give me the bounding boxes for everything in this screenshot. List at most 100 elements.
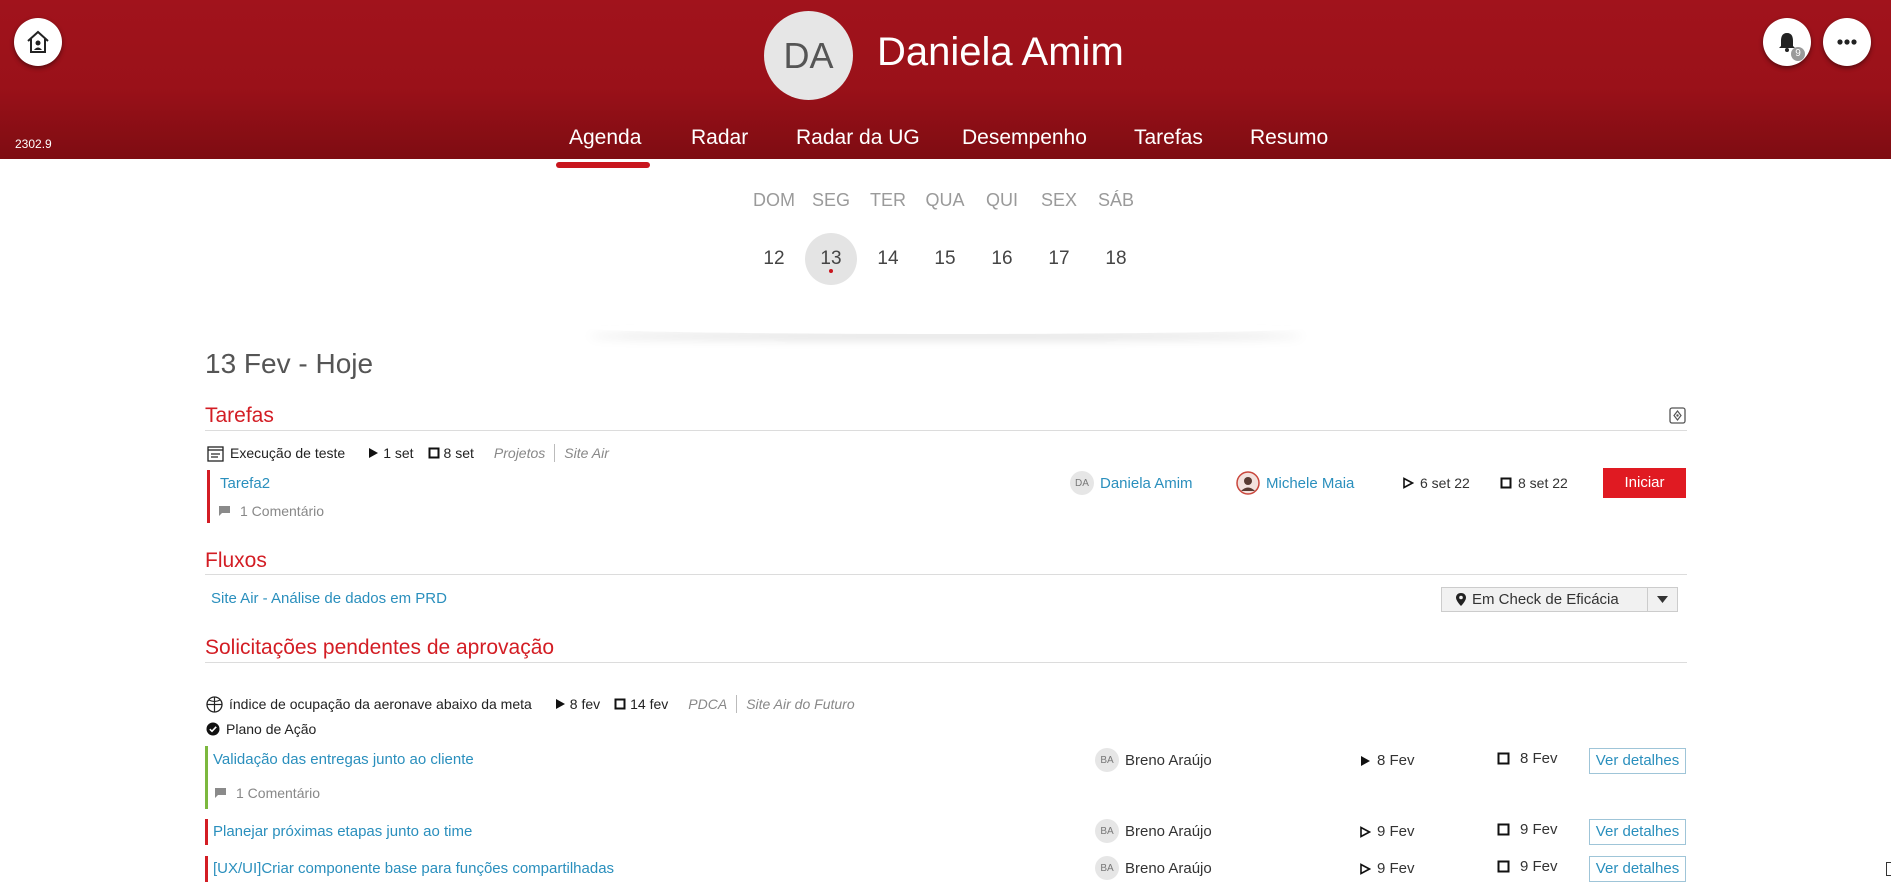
day-number: 14	[877, 248, 899, 269]
request-comments[interactable]: 1 Comentário	[214, 785, 320, 801]
day-number: 17	[1048, 248, 1070, 269]
user-name: Daniela Amim	[877, 30, 1124, 74]
day-15[interactable]: 15	[919, 233, 971, 285]
comment-icon	[215, 788, 226, 798]
section-title-solicitacoes: Solicitações pendentes de aprovação	[205, 636, 555, 659]
active-tab-indicator	[556, 162, 650, 168]
day-14[interactable]: 14	[862, 233, 914, 285]
flow-name-link[interactable]: Site Air - Análise de dados em PRD	[211, 590, 447, 607]
reviewer-name: Michele Maia	[1266, 474, 1355, 492]
task-name-link[interactable]: Tarefa2	[220, 475, 270, 492]
day-name: TER	[870, 190, 906, 210]
comment-count: 1 Comentário	[240, 503, 325, 519]
owner-avatar: BA	[1095, 856, 1119, 880]
tab-resumo[interactable]: Resumo	[1250, 126, 1328, 150]
task-start-date: 6 set 22	[1420, 475, 1470, 491]
task-end-date: 8 set 22	[1518, 475, 1568, 491]
flow-status-value: Em Check de Eficácia	[1472, 591, 1619, 608]
request-status-bar	[205, 856, 208, 882]
section-divider	[205, 430, 1687, 431]
day-name: SEX	[1040, 190, 1078, 210]
request-end-date: 9 Fev	[1520, 821, 1558, 838]
app-version: 2302.9	[15, 137, 52, 151]
day-17[interactable]: 17	[1033, 233, 1085, 285]
request-name-link[interactable]: Validação das entregas junto ao cliente	[213, 751, 474, 768]
task-owner[interactable]: DA Daniela Amim	[1070, 471, 1193, 495]
stop-icon	[1500, 477, 1512, 489]
start-task-button[interactable]: Iniciar	[1603, 468, 1686, 498]
task-comments[interactable]: 1 Comentário	[218, 503, 324, 519]
day-number: 16	[991, 248, 1013, 269]
view-details-button[interactable]: Ver detalhes	[1589, 856, 1686, 882]
stop-icon	[428, 447, 440, 459]
request-start: 8 Fev	[1359, 752, 1415, 769]
tab-radar[interactable]: Radar	[691, 126, 748, 150]
owner-name: Breno Araújo	[1125, 751, 1212, 769]
comment-icon	[219, 506, 230, 516]
request-owner: BA Breno Araújo	[1095, 819, 1212, 843]
user-avatar: DA	[764, 11, 853, 100]
task-list-icon	[207, 445, 224, 462]
activity-end-date: 8 set	[443, 445, 474, 461]
request-start: 9 Fev	[1359, 860, 1415, 877]
plan-name: Plano de Ação	[226, 721, 317, 737]
day-12[interactable]: 12	[748, 233, 800, 285]
owner-name: Breno Araújo	[1125, 859, 1212, 877]
separator	[554, 444, 556, 462]
request-owner: BA Breno Araújo	[1095, 748, 1212, 772]
comment-count: 1 Comentário	[236, 785, 321, 801]
request-end-date: 8 Fev	[1520, 750, 1558, 767]
notifications-button[interactable]: 9	[1763, 18, 1811, 66]
stop-icon	[1497, 752, 1510, 765]
day-16[interactable]: 16	[976, 233, 1028, 285]
request-end: 8 Fev	[1497, 750, 1558, 767]
stop-icon	[1497, 823, 1510, 836]
separator	[736, 695, 738, 713]
status-dropdown-toggle[interactable]	[1647, 588, 1677, 611]
side-panel-handle[interactable]	[1886, 862, 1891, 876]
request-end: 9 Fev	[1497, 821, 1558, 838]
owner-name: Daniela Amim	[1100, 474, 1193, 492]
more-options-button[interactable]	[1823, 18, 1871, 66]
tab-radar-da-ug[interactable]: Radar da UG	[796, 126, 920, 150]
notification-count: 9	[1791, 47, 1805, 61]
request-group-header: índice de ocupação da aeronave abaixo da…	[206, 695, 855, 713]
play-icon	[369, 448, 379, 458]
indicator-site: Site Air do Futuro	[746, 696, 855, 712]
task-reviewer[interactable]: Michele Maia	[1236, 471, 1354, 495]
view-details-button[interactable]: Ver detalhes	[1589, 748, 1686, 774]
section-title-fluxos: Fluxos	[205, 549, 267, 572]
day-name: SEG	[811, 190, 850, 210]
chevron-down-icon	[1657, 596, 1668, 603]
day-18[interactable]: 18	[1090, 233, 1142, 285]
request-status-bar	[205, 746, 208, 809]
section-title-tarefas: Tarefas	[205, 404, 274, 427]
request-start-date: 9 Fev	[1377, 860, 1415, 877]
owner-name: Breno Araújo	[1125, 822, 1212, 840]
view-details-button[interactable]: Ver detalhes	[1589, 819, 1686, 845]
indicator-name: índice de ocupação da aeronave abaixo da…	[229, 696, 532, 712]
add-task-icon[interactable]	[1669, 407, 1686, 424]
play-icon	[555, 699, 565, 709]
activity-site: Site Air	[564, 445, 609, 461]
plan-label: Plano de Ação	[206, 721, 316, 737]
flow-status-select[interactable]: Em Check de Eficácia	[1441, 587, 1678, 612]
tab-desempenho[interactable]: Desempenho	[962, 126, 1087, 150]
request-name-link[interactable]: [UX/UI]Criar componente base para funçõe…	[213, 860, 614, 877]
app-header: 2302.9 DA Daniela Amim 9 Agenda Radar Ra…	[0, 0, 1891, 159]
tab-tarefas[interactable]: Tarefas	[1134, 126, 1203, 150]
task-start: 6 set 22	[1402, 475, 1470, 491]
tab-agenda[interactable]: Agenda	[569, 126, 641, 150]
reviewer-avatar	[1236, 471, 1260, 495]
day-number: 13	[820, 248, 842, 269]
day-13-selected[interactable]: 13	[805, 233, 857, 285]
indicator-category: PDCA	[688, 696, 728, 712]
day-number: 18	[1105, 248, 1127, 269]
home-button[interactable]	[14, 18, 62, 66]
request-end: 9 Fev	[1497, 858, 1558, 875]
request-start-date: 9 Fev	[1377, 823, 1415, 840]
task-status-bar	[207, 470, 210, 523]
request-name-link[interactable]: Planejar próximas etapas junto ao time	[213, 823, 472, 840]
request-status-bar	[205, 819, 208, 845]
globe-icon	[206, 695, 223, 713]
